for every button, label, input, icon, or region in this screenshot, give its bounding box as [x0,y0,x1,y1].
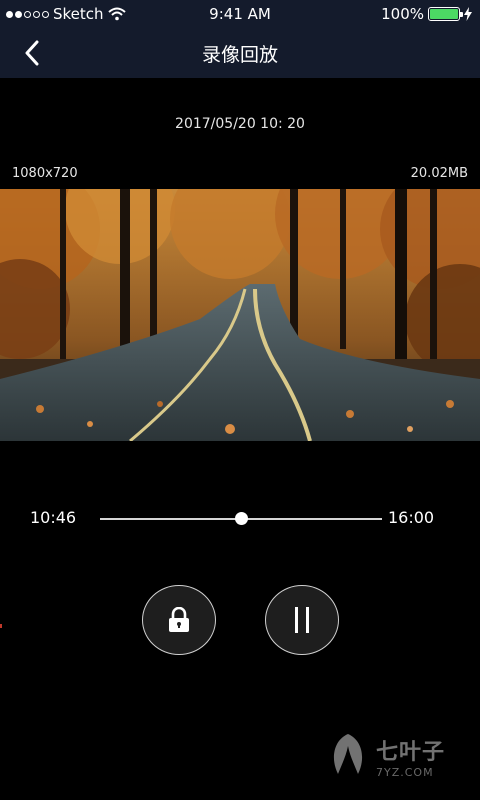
end-time: 16:00 [388,508,435,527]
lock-icon [169,607,189,632]
progress-thumb[interactable] [234,512,248,525]
charging-icon [464,7,472,21]
video-resolution: 1080x720 [12,166,78,181]
status-bar: Sketch 9:41 AM 100% [0,0,480,28]
pause-icon [295,607,309,633]
battery-icon [428,7,463,21]
watermark-name: 七叶子 [376,739,446,765]
recording-datetime: 2017/05/20 10: 20 [175,116,305,132]
leaf-logo-icon [333,734,363,774]
lock-button[interactable] [142,585,216,655]
battery-percent: 100% [381,5,424,23]
watermark-text: 七叶子 7YZ.COM [376,734,445,779]
battery-fill [430,9,458,19]
video-player[interactable] [0,189,480,441]
nav-bar: 录像回放 [0,28,480,78]
pause-button[interactable] [265,585,339,655]
video-frame [0,189,480,441]
watermark-domain: 7YZ.COM [376,765,434,779]
battery-tip [460,12,463,17]
status-right: 100% [381,5,472,23]
page-title: 录像回放 [201,44,278,66]
watermark: 七叶子 7YZ.COM [326,730,445,782]
file-size: 20.02MB [410,166,468,181]
current-time: 10:46 [30,508,77,527]
edge-mark [0,624,2,628]
